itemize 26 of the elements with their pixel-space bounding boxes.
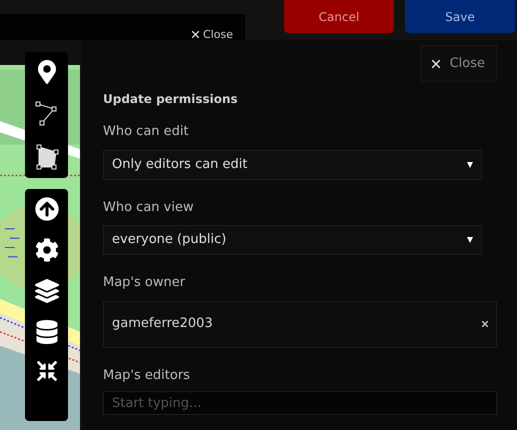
panel-title: Update permissions [103,91,239,108]
collapse-arrows-icon[interactable] [36,361,56,381]
panel-close-button[interactable]: Close [420,45,497,82]
save-button[interactable]: Save [405,0,515,33]
close-icon [432,60,440,68]
layers-icon[interactable] [34,279,58,303]
close-icon [192,31,200,38]
remove-icon[interactable] [482,321,488,327]
owner-name: gameferre2003 [112,315,213,334]
field-label: Who can edit [103,123,189,141]
editors-input-field[interactable]: Start typing... [103,391,497,415]
dropdown-caret-icon [467,162,473,168]
field-label: Who can view [103,198,194,216]
field-label: Map's owner [103,274,186,292]
field-label: Map's editors [103,366,190,384]
dropdown-caret-icon [467,237,473,243]
settings-icon[interactable] [34,238,58,262]
cancel-button[interactable]: Cancel [284,0,394,33]
select-dropdown[interactable]: everyone (public) [103,225,482,255]
upload-icon[interactable] [34,197,58,221]
close-button[interactable]: Close [192,29,233,40]
owner-field[interactable]: gameferre2003 [103,300,497,348]
polygon-icon[interactable] [34,144,58,170]
database-icon[interactable] [34,320,58,344]
select-dropdown[interactable]: Only editors can edit [103,150,482,180]
polyline-icon[interactable] [34,101,58,127]
